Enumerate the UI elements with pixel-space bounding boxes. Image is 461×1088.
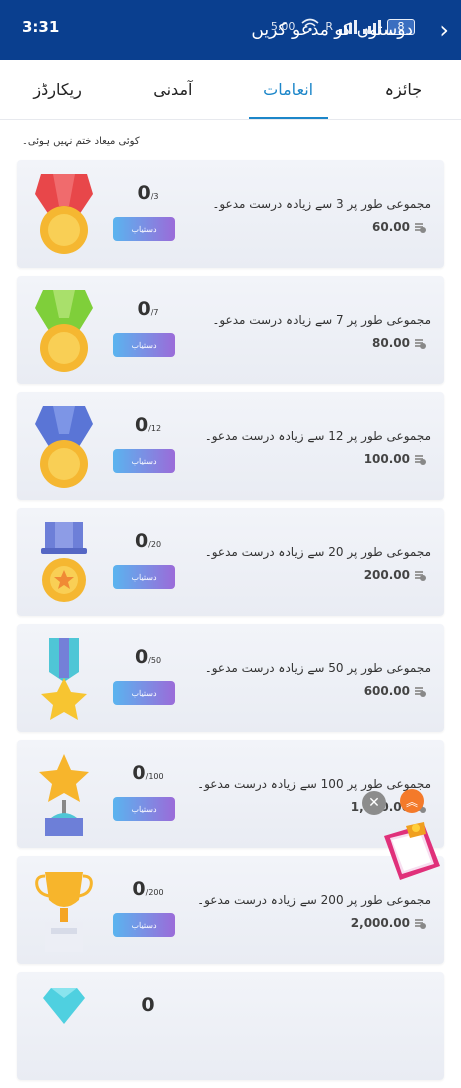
diamond-icon — [33, 984, 95, 1070]
reward-amount: 100.00 — [364, 452, 426, 466]
page-title: دوستوں کو مدعو کریں — [251, 20, 413, 40]
tab-bar: جائزہ انعامات آمدنی ریکارڈز — [0, 62, 461, 120]
amount-value: 600.00 — [363, 684, 410, 698]
reward-amount: 60.00 — [372, 220, 426, 234]
progress-counter: 0/50 — [134, 646, 162, 668]
reward-description: مجموعی طور پر 7 سے زیادہ درست مدعو۔ — [212, 313, 431, 327]
claim-button[interactable]: دستیاب — [113, 797, 175, 821]
tab-income[interactable]: آمدنی — [115, 62, 230, 119]
status-time: 3:31 — [22, 18, 60, 36]
progress-counter: 0/7 — [137, 298, 159, 320]
close-icon[interactable]: ✕ — [362, 791, 386, 815]
chevron-right-icon[interactable]: › — [439, 16, 449, 44]
coin-stack-icon — [414, 337, 426, 349]
amount-value: 100.00 — [363, 452, 410, 466]
claim-button[interactable]: دستیاب — [113, 565, 175, 589]
progress-counter: 0/20 — [134, 530, 162, 552]
coin-stack-icon — [414, 453, 426, 465]
reward-card: 0/7 دستیاب مجموعی طور پر 7 سے زیادہ درست… — [17, 276, 444, 384]
progress-counter: 0/12 — [134, 414, 162, 436]
reward-description: مجموعی طور پر 20 سے زیادہ درست مدعو۔ — [204, 545, 431, 559]
reward-description: مجموعی طور پر 200 سے زیادہ درست مدعو۔ — [197, 893, 431, 907]
reward-amount: 2,000.00 — [351, 916, 426, 930]
claim-button[interactable]: دستیاب — [113, 217, 175, 241]
reward-amount: 200.00 — [364, 568, 426, 582]
reward-card: 0/50 دستیاب مجموعی طور پر 50 سے زیادہ در… — [17, 624, 444, 732]
bar-medal-icon — [33, 520, 95, 606]
expiry-notice: کوئی میعاد ختم نہیں ہوئی۔ — [22, 136, 140, 147]
star-medal-icon — [33, 636, 95, 722]
reward-description: مجموعی طور پر 3 سے زیادہ درست مدعو۔ — [212, 197, 431, 211]
reward-amount: 600.00 — [364, 684, 426, 698]
blue-medal-icon — [33, 404, 95, 490]
green-medal-icon — [33, 288, 95, 374]
progress-counter: 0 — [141, 994, 155, 1016]
amount-value: 60.00 — [372, 220, 410, 234]
reward-description: مجموعی طور پر 100 سے زیادہ درست مدعو۔ — [197, 777, 431, 791]
star-trophy-icon — [33, 752, 95, 838]
double-chevron-up-icon[interactable]: ︽ — [400, 789, 424, 813]
progress-counter: 0/3 — [137, 182, 159, 204]
reward-description: مجموعی طور پر 50 سے زیادہ درست مدعو۔ — [204, 661, 431, 675]
reward-description: مجموعی طور پر 12 سے زیادہ درست مدعو۔ — [204, 429, 431, 443]
reward-card: 0/3 دستیاب مجموعی طور پر 3 سے زیادہ درست… — [17, 160, 444, 268]
claim-button[interactable]: دستیاب — [113, 913, 175, 937]
reward-card: 0/20 دستیاب مجموعی طور پر 20 سے زیادہ در… — [17, 508, 444, 616]
amount-value: 200.00 — [363, 568, 410, 582]
rewards-list: 0/3 دستیاب مجموعی طور پر 3 سے زیادہ درست… — [17, 160, 444, 1088]
tab-overview[interactable]: جائزہ — [346, 62, 461, 119]
tab-records[interactable]: ریکارڈز — [0, 62, 115, 119]
claim-button[interactable]: دستیاب — [113, 681, 175, 705]
coin-stack-icon — [414, 569, 426, 581]
coin-stack-icon — [414, 685, 426, 697]
tab-rewards[interactable]: انعامات — [231, 62, 346, 119]
status-bar: 3:31 5.00 R 8 دوستوں کو مدعو کریں › — [0, 0, 461, 60]
reward-card: 0 — [17, 972, 444, 1080]
reward-amount: 80.00 — [372, 336, 426, 350]
claim-button[interactable]: دستیاب — [113, 449, 175, 473]
coin-stack-icon — [414, 221, 426, 233]
amount-value: 2,000.00 — [350, 916, 410, 930]
progress-counter: 0/100 — [132, 762, 164, 784]
red-medal-icon — [33, 172, 95, 258]
cup-trophy-icon — [33, 868, 95, 954]
reward-card: 0/12 دستیاب مجموعی طور پر 12 سے زیادہ در… — [17, 392, 444, 500]
amount-value: 80.00 — [372, 336, 410, 350]
progress-counter: 0/200 — [132, 878, 164, 900]
gift-book-icon[interactable] — [380, 820, 446, 886]
claim-button[interactable]: دستیاب — [113, 333, 175, 357]
coin-stack-icon — [414, 917, 426, 929]
